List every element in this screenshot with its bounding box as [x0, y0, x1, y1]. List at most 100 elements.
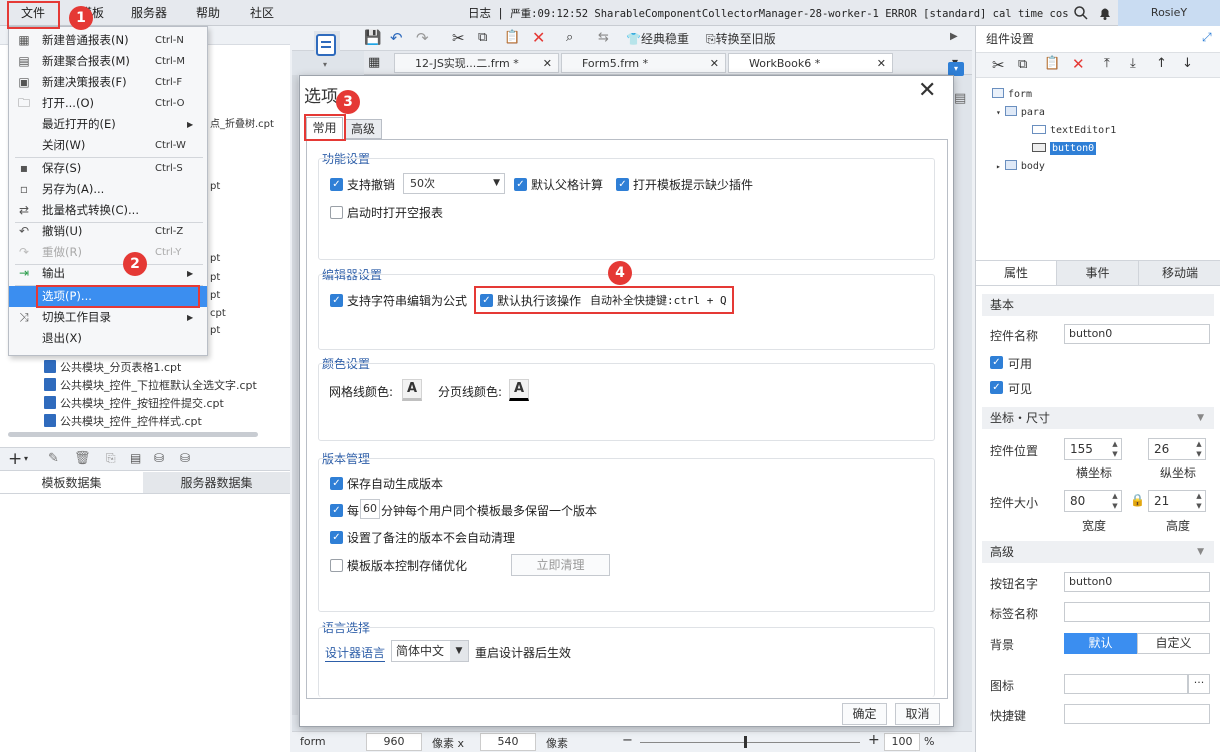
- spin-down-icon[interactable]: ▼: [1109, 501, 1121, 511]
- tab-mobile[interactable]: 移动端: [1138, 261, 1220, 285]
- spin-down-icon[interactable]: ▼: [1109, 449, 1121, 459]
- tab-properties[interactable]: 属性: [976, 261, 1056, 285]
- copy-icon[interactable]: ⧉: [1018, 57, 1027, 72]
- menu-help[interactable]: 帮助: [196, 0, 220, 26]
- spin-up-icon[interactable]: ▲: [1193, 491, 1205, 501]
- chevron-right-icon[interactable]: ▶: [950, 31, 958, 42]
- tab-template-dataset[interactable]: 模板数据集: [0, 472, 143, 494]
- ok-button[interactable]: 确定: [842, 703, 887, 725]
- storage-opt-checkbox[interactable]: [330, 559, 343, 572]
- width-input[interactable]: 80 ▲ ▼: [1064, 490, 1122, 512]
- spin-down-icon[interactable]: ▼: [1193, 449, 1205, 459]
- tree-file-item[interactable]: 公共模块_控件_下拉框默认全选文字.cpt: [44, 377, 257, 395]
- copy-icon[interactable]: ⧉: [478, 30, 487, 45]
- spin-up-icon[interactable]: ▲: [1193, 439, 1205, 449]
- lock-icon[interactable]: 🔒: [1130, 493, 1145, 507]
- delete-icon[interactable]: 🗑: [74, 451, 91, 466]
- find-icon[interactable]: ⌕: [566, 30, 573, 45]
- icon-input[interactable]: [1064, 674, 1188, 694]
- database-icon[interactable]: ⛁: [154, 451, 164, 465]
- menu-batch-convert[interactable]: ⇄ 批量格式转换(C)...: [9, 200, 207, 221]
- spin-down-icon[interactable]: ▼: [1193, 501, 1205, 511]
- designer-language-label[interactable]: 设计器语言: [325, 644, 386, 662]
- collapse-arrow-icon[interactable]: ▸: [996, 162, 1001, 171]
- paste-icon[interactable]: 📋: [1044, 56, 1060, 71]
- dataset-icon[interactable]: ▤: [130, 451, 141, 465]
- move-up-icon[interactable]: ↑: [1156, 56, 1167, 71]
- user-name[interactable]: RosieY: [1118, 0, 1220, 26]
- menu-save[interactable]: ▪ 保存(S) Ctrl-S: [9, 158, 207, 179]
- tab-js-form[interactable]: 12-JS实现...二.frm * ✕: [394, 53, 559, 73]
- spin-up-icon[interactable]: ▲: [1109, 439, 1121, 449]
- pos-y-input[interactable]: 26 ▲ ▼: [1148, 438, 1206, 460]
- menu-close[interactable]: 关闭(W) Ctrl-W: [9, 135, 207, 156]
- collapse-icon[interactable]: ⤢: [1202, 30, 1212, 45]
- add-icon[interactable]: +: [8, 449, 22, 469]
- grid-icon[interactable]: ▦: [368, 55, 380, 70]
- menu-server[interactable]: 服务器: [131, 0, 167, 26]
- page-break-color-picker[interactable]: A: [509, 379, 529, 401]
- canvas-width-input[interactable]: 960: [366, 733, 422, 751]
- swap-icon[interactable]: ⇆: [598, 30, 609, 45]
- enabled-checkbox[interactable]: ✓: [990, 356, 1003, 369]
- noted-keep-checkbox[interactable]: ✓: [330, 531, 343, 544]
- delete-icon[interactable]: ✕: [1072, 55, 1085, 73]
- auto-version-checkbox[interactable]: ✓: [330, 477, 343, 490]
- minutes-input[interactable]: 60: [360, 499, 380, 519]
- canvas-height-input[interactable]: 540: [480, 733, 536, 751]
- close-icon[interactable]: ✕: [543, 54, 552, 74]
- close-icon[interactable]: ✕: [877, 54, 886, 74]
- tag-name-input[interactable]: [1064, 602, 1210, 622]
- tab-workbook6[interactable]: WorkBook6 * ✕: [728, 53, 893, 73]
- database-refresh-icon[interactable]: ⛁: [180, 451, 190, 465]
- menu-recent[interactable]: 最近打开的(E) ▶: [9, 114, 207, 135]
- theme-classic-button[interactable]: 👕经典稳重: [626, 30, 689, 47]
- clear-now-button[interactable]: 立即清理: [511, 554, 610, 576]
- undo-checkbox[interactable]: ✓: [330, 178, 343, 191]
- move-bottom-icon[interactable]: ⤓: [1130, 56, 1136, 71]
- visible-checkbox[interactable]: ✓: [990, 381, 1003, 394]
- tree-node-button0[interactable]: button0: [1032, 140, 1097, 158]
- section-coord-size[interactable]: 坐标・尺寸 ▼: [982, 407, 1214, 429]
- form-designer-icon[interactable]: ▾: [314, 31, 340, 71]
- edit-icon[interactable]: ✎: [48, 451, 59, 466]
- preview-icon[interactable]: ⎘: [106, 451, 116, 466]
- zoom-input[interactable]: 100: [884, 733, 920, 751]
- open-empty-checkbox[interactable]: [330, 206, 343, 219]
- section-advanced[interactable]: 高级 ▼: [982, 541, 1214, 563]
- button-name-input[interactable]: button0: [1064, 572, 1210, 592]
- spin-up-icon[interactable]: ▲: [1109, 491, 1121, 501]
- dropdown-toggle-icon[interactable]: ▾: [948, 62, 964, 76]
- cut-icon[interactable]: ✂: [992, 56, 1005, 74]
- pos-x-input[interactable]: 155 ▲ ▼: [1064, 438, 1122, 460]
- section-basic[interactable]: 基本: [982, 294, 1214, 316]
- zoom-slider-thumb[interactable]: [744, 736, 747, 748]
- log-area[interactable]: 日志 | 严重:09:12:52 SharableComponentCollec…: [468, 0, 1068, 26]
- control-name-input[interactable]: button0: [1064, 324, 1210, 344]
- menu-redo[interactable]: ↷ 重做(R) Ctrl-Y: [9, 242, 207, 263]
- paste-icon[interactable]: 📋: [504, 30, 520, 45]
- parent-calc-checkbox[interactable]: ✓: [514, 178, 527, 191]
- close-icon[interactable]: ✕: [918, 78, 936, 103]
- convert-old-button[interactable]: ⎘转换至旧版: [706, 30, 776, 47]
- height-input[interactable]: 21 ▲ ▼: [1148, 490, 1206, 512]
- save-icon[interactable]: 💾: [364, 30, 381, 46]
- more-icon[interactable]: ···: [1188, 674, 1210, 694]
- search-icon[interactable]: [1073, 5, 1089, 21]
- chevron-down-icon[interactable]: ▾: [24, 454, 28, 463]
- menu-switch-workdir[interactable]: ⤨ 切换工作目录 ▶: [9, 307, 207, 328]
- undo-count-select[interactable]: 50次 ▼: [403, 173, 505, 194]
- bg-custom-button[interactable]: 自定义: [1137, 633, 1210, 654]
- zoom-slider[interactable]: [640, 742, 860, 743]
- expand-icon[interactable]: ▾: [996, 108, 1001, 117]
- menu-undo[interactable]: ↶ 撤销(U) Ctrl-Z: [9, 221, 207, 242]
- menu-new-dashboard[interactable]: ▣ 新建决策报表(F) Ctrl-F: [9, 72, 207, 93]
- zoom-in-icon[interactable]: +: [868, 732, 880, 748]
- menu-open[interactable]: 🗀 打开...(O) Ctrl-O: [9, 93, 207, 114]
- tree-file-item[interactable]: 公共模块_控件_控件样式.cpt: [44, 413, 202, 431]
- menu-community[interactable]: 社区: [250, 0, 274, 26]
- tree-file-item[interactable]: 公共模块_分页表格1.cpt: [44, 359, 181, 377]
- redo-icon[interactable]: ↷: [416, 29, 429, 47]
- cut-icon[interactable]: ✂: [452, 29, 465, 47]
- language-select[interactable]: 简体中文 ▼: [391, 640, 469, 662]
